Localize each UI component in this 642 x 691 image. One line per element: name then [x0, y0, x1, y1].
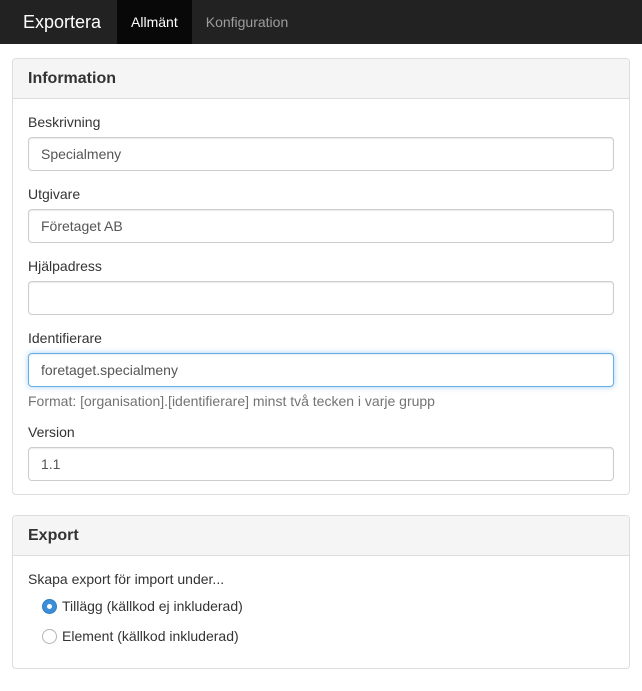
version-input[interactable] — [28, 447, 614, 481]
tab-konfiguration[interactable]: Konfiguration — [192, 0, 303, 44]
information-panel-heading: Information — [13, 59, 629, 99]
publisher-input[interactable] — [28, 209, 614, 243]
radio-unchecked-icon[interactable] — [42, 628, 57, 644]
navbar: Exportera Allmänt Konfiguration — [0, 0, 642, 44]
identifier-help-text: Format: [organisation].[identifierare] m… — [28, 393, 435, 409]
radio-checked-icon[interactable] — [42, 598, 57, 614]
identifier-label: Identifierare — [28, 330, 102, 346]
information-panel-title: Information — [28, 69, 116, 87]
version-label: Version — [28, 424, 75, 440]
help-address-label: Hjälpadress — [28, 258, 102, 274]
publisher-label: Utgivare — [28, 186, 81, 202]
identifier-input[interactable] — [28, 353, 614, 387]
help-address-group: Hjälpadress — [28, 258, 614, 315]
identifier-group: Identifierare Format: [organisation].[id… — [28, 330, 614, 409]
export-panel: Export Skapa export för import under... … — [12, 515, 630, 669]
export-lead-text: Skapa export för import under... — [28, 571, 225, 587]
export-panel-heading: Export — [13, 516, 629, 556]
information-panel: Information Beskrivning Utgivare Hjälpad… — [12, 58, 630, 495]
information-panel-body: Beskrivning Utgivare Hjälpadress Identif… — [13, 99, 629, 494]
main-content: Information Beskrivning Utgivare Hjälpad… — [0, 44, 642, 669]
description-input[interactable] — [28, 137, 614, 171]
radio-option-element[interactable]: Element (källkod inkluderad) — [42, 625, 614, 647]
export-panel-body: Skapa export för import under... Tillägg… — [13, 556, 629, 668]
description-label: Beskrivning — [28, 114, 101, 130]
radio-option-element-label: Element (källkod inkluderad) — [62, 628, 239, 644]
export-panel-title: Export — [28, 526, 79, 544]
help-address-input[interactable] — [28, 281, 614, 315]
app-brand[interactable]: Exportera — [0, 0, 117, 44]
version-group: Version — [28, 424, 614, 481]
radio-option-extension-label: Tillägg (källkod ej inkluderad) — [62, 598, 243, 614]
publisher-group: Utgivare — [28, 186, 614, 243]
radio-option-extension[interactable]: Tillägg (källkod ej inkluderad) — [42, 595, 614, 617]
tab-allmant[interactable]: Allmänt — [117, 0, 192, 44]
description-group: Beskrivning — [28, 114, 614, 171]
